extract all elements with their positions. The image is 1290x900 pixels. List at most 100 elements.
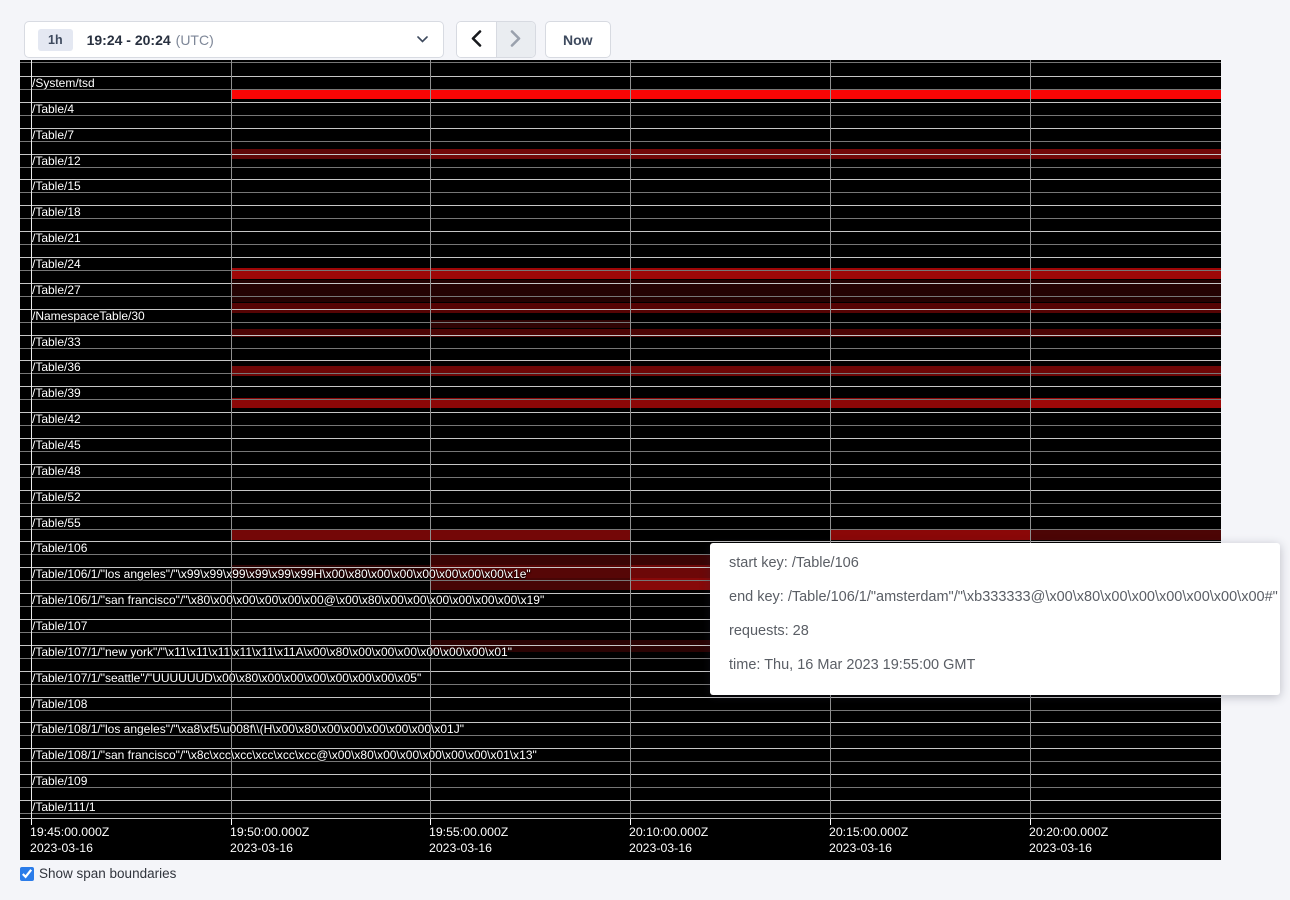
- time-gridline: [1030, 60, 1031, 818]
- span-boundary-line: [20, 412, 1221, 413]
- row-label: /Table/4: [32, 103, 74, 116]
- axis-time: 19:50:00.000Z: [230, 825, 309, 841]
- key-visualizer-page: 1h 19:24 - 20:24 (UTC) Now /System/tsd/T…: [0, 0, 1290, 900]
- hover-tooltip: start key: /Table/106 end key: /Table/10…: [710, 543, 1280, 695]
- time-gridline: [830, 60, 831, 818]
- axis-tick-label: 19:45:00.000Z2023-03-16: [30, 825, 109, 856]
- span-boundary-line: [20, 102, 1221, 103]
- time-gridline: [231, 60, 232, 818]
- span-boundary-line: [20, 813, 1221, 814]
- axis-date: 2023-03-16: [829, 841, 908, 857]
- heat-band-segment: [232, 89, 1221, 99]
- row-label: /Table/7: [32, 129, 74, 142]
- span-boundary-line: [20, 774, 1221, 775]
- chevron-left-icon: [471, 30, 482, 50]
- row-label: /Table/45: [32, 439, 81, 452]
- span-boundary-line: [20, 787, 1221, 788]
- span-boundary-line: [20, 322, 1221, 323]
- span-boundary-line: [20, 218, 1221, 219]
- span-boundary-line: [20, 257, 1221, 258]
- axis-date: 2023-03-16: [30, 841, 109, 857]
- row-label: /Table/108/1/"san francisco"/"\x8c\xcc\x…: [32, 749, 537, 762]
- heat-band-segment: [232, 366, 1221, 376]
- time-range-selector[interactable]: 1h 19:24 - 20:24 (UTC): [24, 21, 444, 58]
- span-boundary-line: [20, 244, 1221, 245]
- span-boundary-line: [20, 62, 1221, 63]
- row-label: /Table/55: [32, 517, 81, 530]
- row-label: /Table/109: [32, 775, 87, 788]
- span-boundary-line: [20, 141, 1221, 142]
- axis-date: 2023-03-16: [230, 841, 309, 857]
- span-boundary-line: [20, 283, 1221, 284]
- row-label: /Table/18: [32, 206, 81, 219]
- axis-date: 2023-03-16: [629, 841, 708, 857]
- heat-band-segment: [232, 530, 630, 540]
- row-label: /Table/107: [32, 620, 87, 633]
- span-boundary-line: [20, 464, 1221, 465]
- row-label: /Table/107/1/"new york"/"\x11\x11\x11\x1…: [32, 646, 512, 659]
- row-label: /Table/33: [32, 336, 81, 349]
- row-label: /Table/106/1/"san francisco"/"\x80\x00\x…: [32, 594, 544, 607]
- row-label: /Table/52: [32, 491, 81, 504]
- axis-date: 2023-03-16: [1029, 841, 1108, 857]
- tooltip-end-key: end key: /Table/106/1/"amsterdam"/"\xb33…: [729, 590, 1261, 605]
- span-boundary-line: [20, 541, 1221, 542]
- row-label: /Table/48: [32, 465, 81, 478]
- span-boundary-line: [20, 270, 1221, 271]
- span-boundary-line: [20, 386, 1221, 387]
- span-boundary-line: [20, 800, 1221, 801]
- axis-time: 20:10:00.000Z: [629, 825, 708, 841]
- next-time-button[interactable]: [496, 22, 536, 57]
- heat-band-segment: [830, 530, 1030, 540]
- span-boundary-line: [20, 490, 1221, 491]
- row-label: /Table/27: [32, 284, 81, 297]
- axis-tick-label: 20:20:00.000Z2023-03-16: [1029, 825, 1108, 856]
- span-boundary-line: [20, 451, 1221, 452]
- time-range-text: 19:24 - 20:24: [87, 32, 171, 48]
- axis-tick-label: 19:55:00.000Z2023-03-16: [429, 825, 508, 856]
- row-label: /Table/36: [32, 361, 81, 374]
- span-boundary-line: [20, 373, 1221, 374]
- row-label: /Table/15: [32, 180, 81, 193]
- span-boundary-line: [20, 128, 1221, 129]
- row-label: /Table/21: [32, 232, 81, 245]
- axis-time: 19:55:00.000Z: [429, 825, 508, 841]
- axis-time: 20:20:00.000Z: [1029, 825, 1108, 841]
- span-boundary-line: [20, 309, 1221, 310]
- row-label: /NamespaceTable/30: [32, 310, 145, 323]
- span-boundary-line: [20, 697, 1221, 698]
- span-boundary-line: [20, 503, 1221, 504]
- now-button[interactable]: Now: [545, 21, 611, 58]
- row-label: /Table/111/1: [32, 801, 96, 814]
- span-boundary-line: [20, 348, 1221, 349]
- show-span-boundaries-checkbox[interactable]: [20, 867, 34, 881]
- span-boundary-line: [20, 529, 1221, 530]
- span-boundary-line: [20, 167, 1221, 168]
- prev-time-button[interactable]: [457, 22, 496, 57]
- tooltip-start-key: start key: /Table/106: [729, 556, 1261, 571]
- show-span-boundaries-label: Show span boundaries: [39, 866, 176, 881]
- span-boundary-line: [20, 335, 1221, 336]
- time-gridline: [630, 60, 631, 818]
- key-visualizer-canvas[interactable]: /System/tsd/Table/4/Table/7/Table/12/Tab…: [20, 60, 1221, 860]
- span-boundary-line: [20, 516, 1221, 517]
- span-boundary-line: [20, 115, 1221, 116]
- span-boundary-line: [20, 477, 1221, 478]
- span-boundary-line: [20, 710, 1221, 711]
- axis-tick-label: 19:50:00.000Z2023-03-16: [230, 825, 309, 856]
- span-boundary-line: [20, 425, 1221, 426]
- axis-date: 2023-03-16: [429, 841, 508, 857]
- heat-band-segment: [1030, 530, 1221, 540]
- span-boundary-line: [20, 438, 1221, 439]
- row-label: /Table/24: [32, 258, 81, 271]
- span-boundary-line: [20, 818, 1221, 819]
- row-label: /Table/106/1/"los angeles"/"\x99\x99\x99…: [32, 568, 531, 581]
- time-nav-group: [456, 21, 536, 58]
- time-range-zone: (UTC): [176, 32, 214, 48]
- span-boundary-line: [20, 154, 1221, 155]
- span-boundary-line: [20, 179, 1221, 180]
- row-label: /System/tsd: [32, 77, 95, 90]
- row-label: /Table/106: [32, 542, 87, 555]
- row-label: /Table/39: [32, 387, 81, 400]
- span-boundary-line: [20, 399, 1221, 400]
